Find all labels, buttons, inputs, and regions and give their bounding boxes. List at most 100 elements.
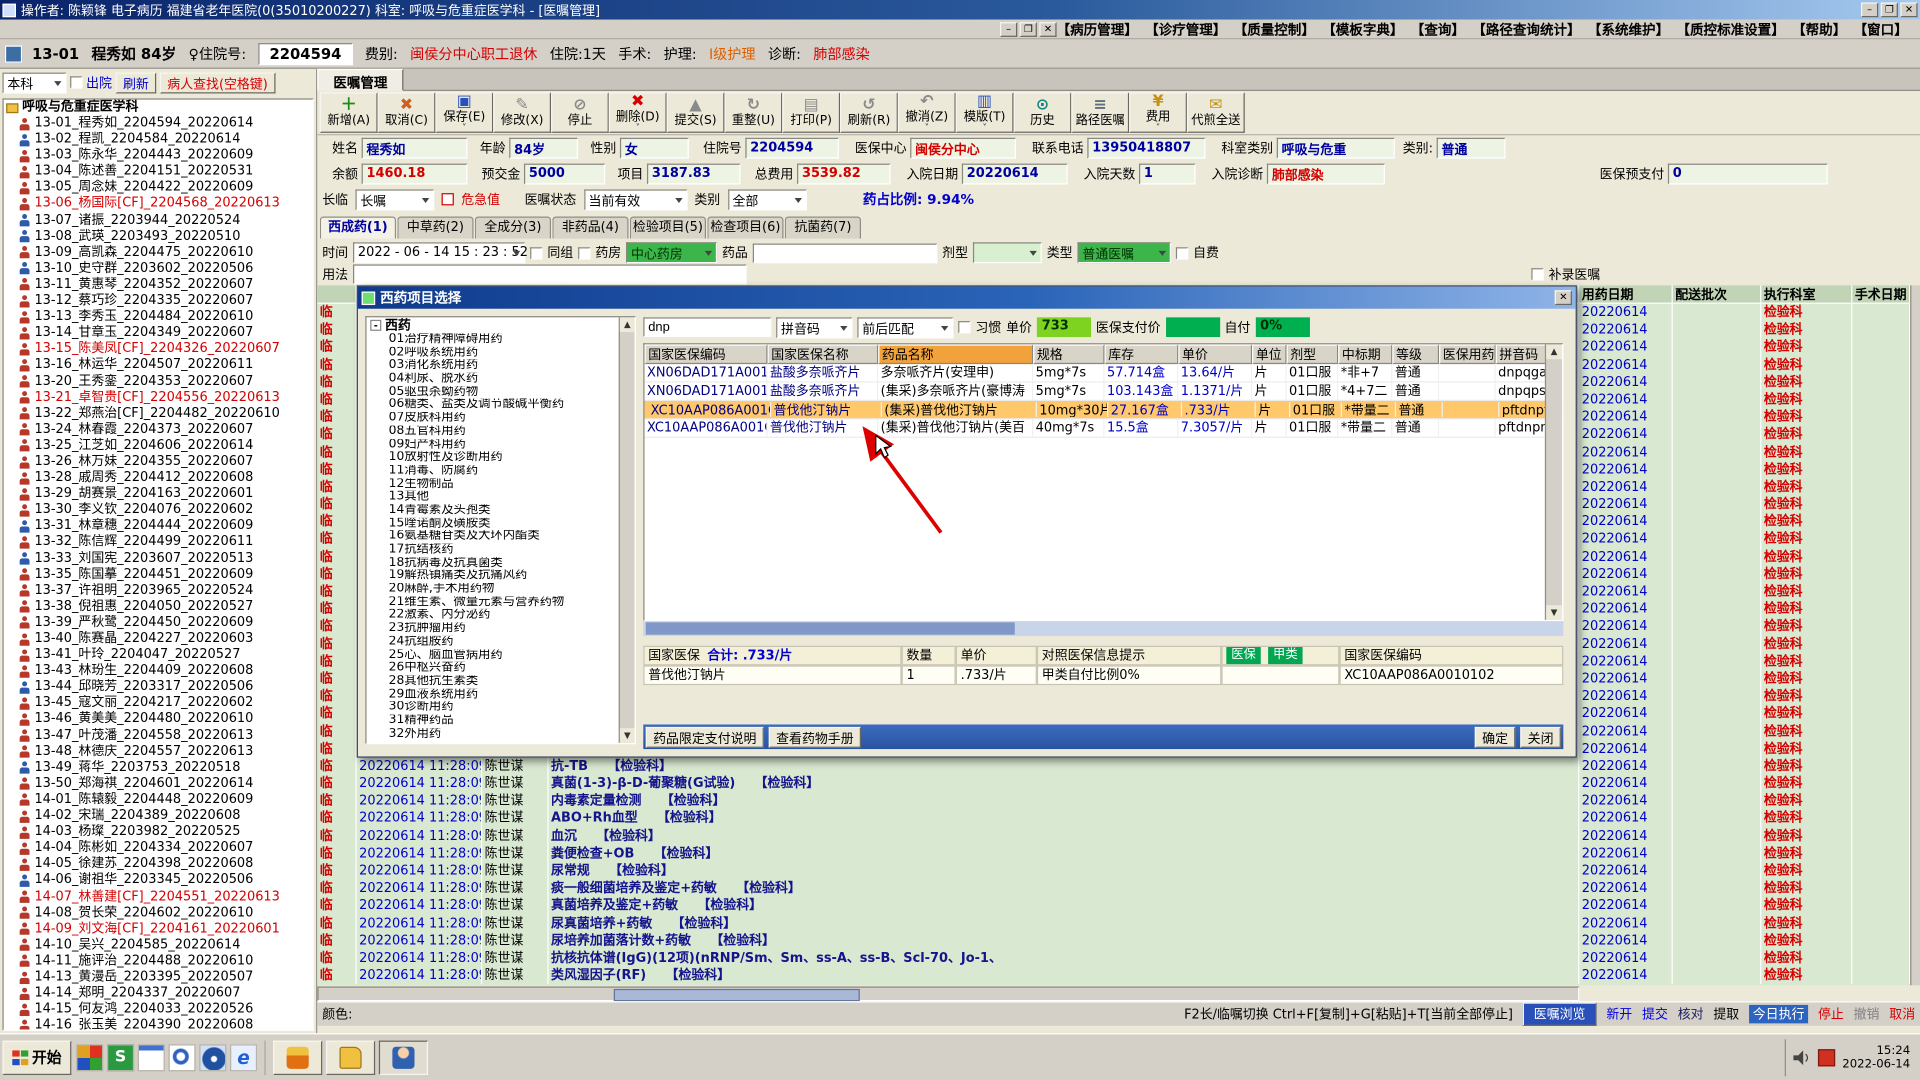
patient-item[interactable]: 13-07_诸振_2203944_20220524	[4, 212, 313, 228]
patient-item[interactable]: 13-15_陈美凤[CF]_2204326_20220607	[4, 341, 313, 357]
order-row[interactable]: 临 20220614 11:28:09 陈世谋 粪便检查+OB 【检验科】 20…	[317, 845, 1920, 862]
patient-item[interactable]: 13-25_江芝如_2204606_20220614	[4, 438, 313, 454]
category-select[interactable]: 全部	[728, 189, 807, 210]
collapse-icon[interactable]: -	[370, 320, 381, 331]
habit-checkbox[interactable]	[958, 321, 970, 333]
menu-item[interactable]: 【窗口】	[1854, 19, 1908, 39]
order-row[interactable]: 临 20220614 11:28:09 陈世谋 尿培养加菌落计数+药敏 【检验科…	[317, 932, 1920, 949]
patient-item[interactable]: 13-32_陈信辉_2204499_20220611	[4, 534, 313, 550]
patient-item[interactable]: 14-01_陈辕毅_2204448_20220609	[4, 792, 313, 808]
drug-category-item[interactable]: 21维生素、微量元素与营养药物	[367, 596, 635, 609]
dialog-close-button[interactable]: ✕	[1555, 290, 1572, 305]
order-type-tab[interactable]: 中草药(2)	[397, 216, 473, 238]
patient-item[interactable]: 14-03_杨璨_2203982_20220525	[4, 824, 313, 840]
drug-grid-row[interactable]: XC10AAP086A001C普伐他汀钠片(集采)普伐他汀钠片10mg*30片2…	[645, 401, 1563, 419]
menu-item[interactable]: 【路径查询统计】	[1472, 19, 1580, 39]
payment-limit-button[interactable]: 药品限定支付说明	[646, 726, 764, 747]
drug-input[interactable]	[753, 243, 938, 263]
patient-item[interactable]: 13-06_杨国际[CF]_2204568_20220613	[4, 196, 313, 212]
toolbar-button[interactable]: ¥ 费用 ˅	[1129, 92, 1187, 133]
drug-category-item[interactable]: 13其他	[367, 491, 635, 504]
patient-item[interactable]: 13-43_林玢生_2204409_20220608	[4, 663, 313, 679]
close-button[interactable]: ✕	[1900, 2, 1917, 17]
patient-item[interactable]: 14-14_郑明_2204337_20220607	[4, 985, 313, 1001]
patient-item[interactable]: 13-24_林春霞_2204373_20220607	[4, 422, 313, 438]
menu-item[interactable]: 【质控标准设置】	[1676, 19, 1784, 39]
search-mode-select[interactable]: 拼音码	[776, 317, 852, 338]
patient-item[interactable]: 14-04_陈彬如_2204334_20220607	[4, 840, 313, 856]
grid-scrollbar[interactable]: ▲▼	[1545, 344, 1562, 620]
pharmacy-checkbox[interactable]	[578, 247, 590, 259]
department-node[interactable]: 呼吸与危重症医学科	[4, 100, 313, 116]
maximize-button[interactable]: ❐	[1881, 2, 1898, 17]
order-row[interactable]: 临 20220614 11:28:09 陈世谋 内毒素定量检测 【检验科】 20…	[317, 792, 1920, 809]
minimize-button[interactable]: –	[1861, 2, 1878, 17]
patient-item[interactable]: 13-01_程秀如_2204594_20220614	[4, 116, 313, 132]
drug-category-item[interactable]: 28其他抗生素类	[367, 675, 635, 688]
patient-item[interactable]: 13-22_郑燕治[CF]_2204482_20220610	[4, 406, 313, 422]
drug-category-item[interactable]: 05驱虫杀蚴药物	[367, 386, 635, 399]
order-row[interactable]: 临 20220614 11:28:09 陈世谋 血沉 【检验科】 2022061…	[317, 827, 1920, 844]
drug-category-item[interactable]: 25心、脑血管病用药	[367, 649, 635, 662]
drug-category-item[interactable]: 08五官科用药	[367, 425, 635, 438]
find-patient-button[interactable]: 病人查找(空格键)	[160, 72, 275, 93]
order-type-tab[interactable]: 全成分(3)	[475, 216, 551, 238]
patient-item[interactable]: 14-11_施评治_2204488_20220610	[4, 953, 313, 969]
drug-grid-row[interactable]: XC10AAP086A001C普伐他汀钠片(集采)普伐他汀钠片(美百40mg*7…	[645, 419, 1563, 437]
patient-item[interactable]: 14-16_张玉美_2204390_20220608	[4, 1018, 313, 1031]
patient-item[interactable]: 14-15_何友鸿_2204033_20220526	[4, 1001, 313, 1017]
order-type-tab[interactable]: 西成药(1)	[320, 216, 396, 238]
drug-category-item[interactable]: 18抗病毒及抗真菌类	[367, 557, 635, 570]
drug-category-item[interactable]: 01治疗精神障碍用药	[367, 333, 635, 346]
patient-item[interactable]: 13-50_郑海祺_2204601_20220614	[4, 776, 313, 792]
drug-category-item[interactable]: 10放射性及诊断用药	[367, 452, 635, 465]
toolbar-button[interactable]: ✖ 删除(D) ˅	[609, 92, 667, 133]
drug-grid-row[interactable]: XN06DAD171A001C盐酸多奈哌齐片(集采)多奈哌齐片(豪博涛5mg*7…	[645, 383, 1563, 401]
patient-item[interactable]: 13-35_陈国摹_2204451_20220609	[4, 567, 313, 583]
patient-item[interactable]: 14-02_宋瑞_2204389_20220608	[4, 808, 313, 824]
toolbar-button[interactable]: ＋ 新增(A)	[320, 92, 378, 133]
toolbar-button[interactable]: ✖ 取消(C)	[378, 92, 436, 133]
patient-item[interactable]: 13-28_戚周秀_2204412_20220608	[4, 470, 313, 486]
order-browse-button[interactable]: 医嘱浏览	[1523, 1002, 1597, 1025]
time-select[interactable]: 2022 - 06 - 14 15 : 23 : 52	[353, 242, 525, 263]
dose-form-select[interactable]	[973, 242, 1042, 263]
longterm-select[interactable]: 长嘱	[355, 189, 434, 210]
volume-icon[interactable]	[1793, 1050, 1810, 1065]
order-row[interactable]: 临 20220614 11:28:09 陈世谋 类风湿因子(RF) 【检验科】 …	[317, 967, 1920, 984]
menu-item[interactable]: 【质量控制】	[1234, 19, 1315, 39]
drug-category-item[interactable]: 15喹诺酮及磺胺类	[367, 517, 635, 530]
patient-item[interactable]: 14-10_吴兴_2204585_20220614	[4, 937, 313, 953]
drug-category-item[interactable]: 19解热镇痛类及抗痛风药	[367, 570, 635, 583]
drug-category-item[interactable]: 24抗组胺药	[367, 636, 635, 649]
tab-orders-management[interactable]: 医嘱管理	[317, 69, 403, 91]
drug-category-item[interactable]: 16氨基糖苷类及大环内酯类	[367, 531, 635, 544]
patient-item[interactable]: 13-37_许祖明_2203965_20220524	[4, 583, 313, 599]
child-close-button[interactable]: ✕	[1039, 22, 1056, 37]
toolbar-button[interactable]: ✉ 代煎全送	[1187, 92, 1245, 133]
order-row[interactable]: 临 20220614 11:28:09 陈世谋 抗-TB 【检验科】 20220…	[317, 758, 1920, 775]
drug-category-item[interactable]: 14青霉素及头孢类	[367, 504, 635, 517]
toolbar-button[interactable]: ↺ 刷新(R)	[840, 92, 898, 133]
drug-category-item[interactable]: 26中枢兴奋药	[367, 662, 635, 675]
order-row[interactable]: 临 20220614 11:28:09 陈世谋 尿常规 【检验科】 202206…	[317, 862, 1920, 879]
toolbar-button[interactable]: ⊙ 历史	[1014, 92, 1072, 133]
drug-category-item[interactable]: 17抗结核药	[367, 544, 635, 557]
menu-item[interactable]: 【诊疗管理】	[1145, 19, 1226, 39]
order-row[interactable]: 临 20220614 11:28:09 陈世谋 尿真菌培养+药敏 【检验科】 2…	[317, 915, 1920, 932]
patient-item[interactable]: 13-03_陈永华_2204443_20220609	[4, 148, 313, 164]
drug-category-item[interactable]: 03消化系统用药	[367, 360, 635, 373]
scrollbar-thumb[interactable]	[614, 989, 860, 1001]
patient-item[interactable]: 13-33_刘国宪_2203607_20220513	[4, 550, 313, 566]
patient-item[interactable]: 13-21_卓智贵[CF]_2204556_20220613	[4, 389, 313, 405]
toolbar-button[interactable]: ▤ 打印(P)	[782, 92, 840, 133]
orders-horizontal-scrollbar[interactable]	[317, 986, 1579, 1001]
drug-grid-row[interactable]: XN06DAD171A001C盐酸多奈哌齐片多奈哌齐片(安理申)5mg*7s57…	[645, 364, 1563, 382]
menu-item[interactable]: 【帮助】	[1792, 19, 1846, 39]
patient-item[interactable]: 13-20_王秀銮_2204353_20220607	[4, 373, 313, 389]
order-row[interactable]: 临 20220614 11:28:09 陈世谋 抗核抗体谱(IgG)(12项)(…	[317, 949, 1920, 966]
patient-item[interactable]: 13-02_程凯_2204584_20220614	[4, 132, 313, 148]
ime-icon[interactable]	[1818, 1049, 1835, 1066]
makeup-order-checkbox[interactable]	[1531, 268, 1543, 280]
order-row[interactable]: 临 20220614 11:28:09 陈世谋 痰一般细菌培养及鉴定+药敏 【检…	[317, 880, 1920, 897]
